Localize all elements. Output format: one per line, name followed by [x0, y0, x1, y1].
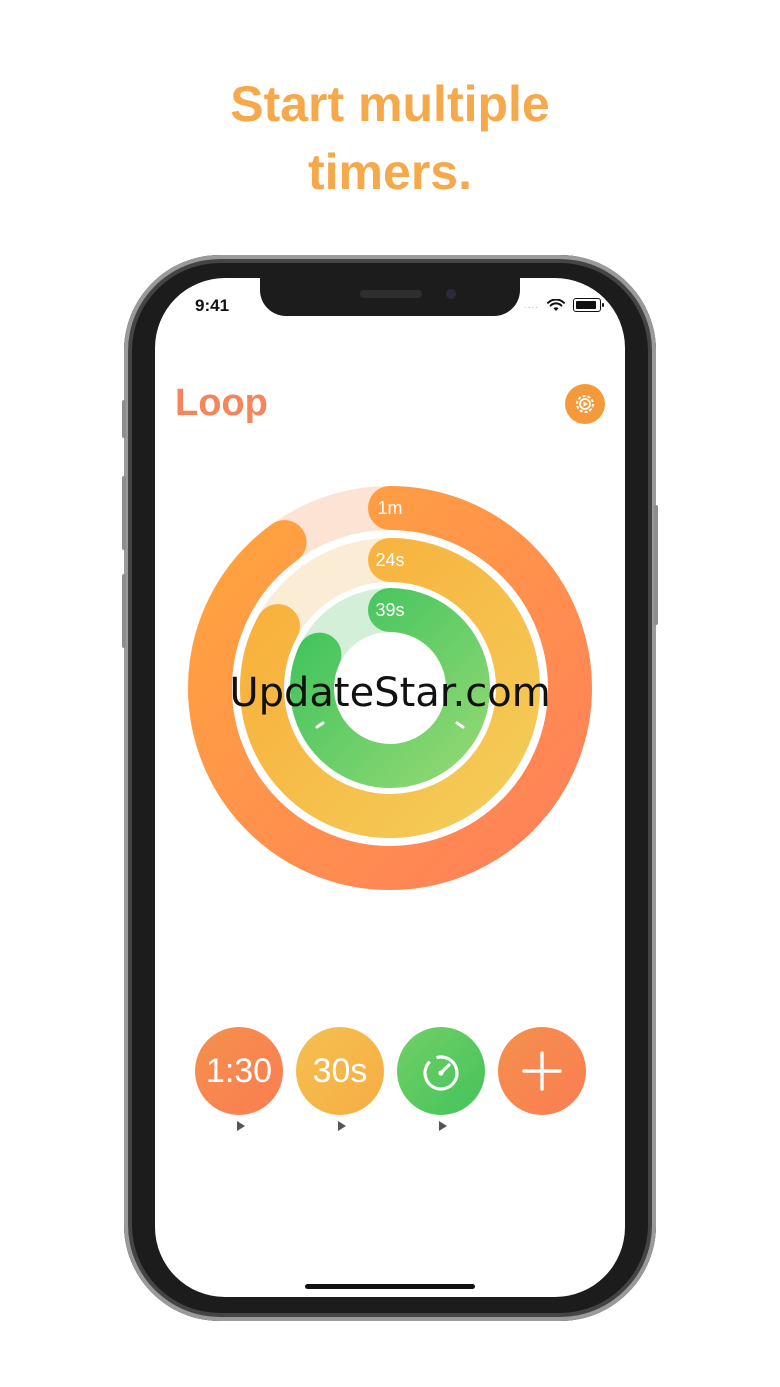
play-icon[interactable]	[338, 1121, 346, 1131]
notch	[260, 278, 520, 316]
gear-icon	[576, 395, 594, 413]
wifi-icon	[547, 298, 565, 311]
plus-icon	[522, 1051, 562, 1091]
outer-ring-label: 1m	[377, 498, 402, 518]
home-indicator[interactable]	[305, 1284, 475, 1289]
timer-1-30-label: 1:30	[205, 1051, 273, 1090]
watermark: UpdateStar.com	[229, 670, 551, 716]
headline-line-2: timers.	[308, 144, 472, 200]
volume-down-button	[122, 574, 126, 648]
battery-icon	[573, 298, 604, 312]
mute-switch	[122, 400, 126, 438]
stopwatch-icon	[423, 1055, 459, 1091]
app-title: Loop	[175, 382, 268, 424]
play-icon[interactable]	[439, 1121, 447, 1131]
headline-line-1: Start multiple	[230, 76, 550, 132]
camera	[446, 289, 456, 299]
volume-up-button	[122, 476, 126, 550]
play-icon[interactable]	[237, 1121, 245, 1131]
add-timer-button[interactable]	[498, 1027, 586, 1115]
phone-screen: 9:41 .... Loop 1m 24s 39s UpdateStar.com…	[155, 278, 625, 1297]
timer-1-30-button[interactable]: 1:30	[195, 1027, 283, 1115]
inner-ring-label: 39s	[375, 600, 404, 620]
stopwatch-button[interactable]	[397, 1027, 485, 1115]
timer-30s-button[interactable]: 30s	[296, 1027, 384, 1115]
timer-30s-label: 30s	[312, 1051, 368, 1090]
headline: Start multiple timers.	[0, 70, 780, 206]
status-time: 9:41	[195, 296, 230, 315]
middle-ring-label: 24s	[375, 550, 404, 570]
power-button	[654, 505, 658, 625]
signal-dots: ....	[523, 299, 539, 311]
timer-controls: 1:30 30s	[195, 1027, 587, 1137]
status-icons: ....	[523, 298, 604, 312]
speaker	[360, 290, 422, 298]
settings-button[interactable]	[565, 384, 605, 424]
